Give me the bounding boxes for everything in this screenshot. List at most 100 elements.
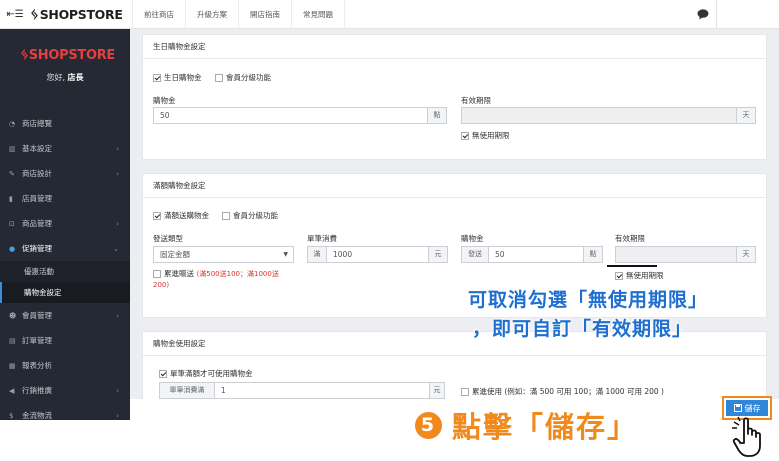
panel-title: 生日購物金設定 bbox=[143, 35, 766, 59]
menu-toggle-icon[interactable]: ⇤☰ bbox=[0, 9, 30, 20]
panel-title: 滿額購物金設定 bbox=[143, 174, 766, 198]
checkbox-icon bbox=[153, 269, 161, 278]
unit-addon: 天 bbox=[736, 246, 756, 263]
threshold-type-select[interactable]: 固定金額 ▼ bbox=[153, 246, 294, 263]
usage-min-checkbox[interactable]: 單筆滿額才可使用購物金 bbox=[159, 368, 253, 379]
unit-addon: 點 bbox=[583, 246, 603, 263]
checkbox-checked-icon bbox=[461, 131, 469, 140]
main-content: 生日購物金設定 生日購物金 會員分級功能 購物金 50 點 有效期限 天 無使用… bbox=[130, 29, 779, 399]
sidebar-item-members[interactable]: ☻ 會員管理 › bbox=[0, 303, 130, 328]
annotation-step-save: 5 點擊「儲存」 bbox=[415, 404, 638, 446]
nav-faq[interactable]: 常見問題 bbox=[291, 0, 345, 29]
sidebar-item-store-design[interactable]: ✎ 商店設計 › bbox=[0, 161, 130, 186]
bank-icon: ▥ bbox=[9, 144, 16, 153]
chat-icon[interactable] bbox=[694, 7, 711, 22]
dashboard-icon: ◔ bbox=[9, 119, 16, 128]
checkbox-checked-icon bbox=[615, 271, 623, 280]
sidebar-subitem-shopping-credit[interactable]: 購物金設定 bbox=[0, 282, 130, 303]
threshold-cumulative-checkbox[interactable]: 累進贈送 (滿500送100；滿1000送 bbox=[153, 268, 279, 279]
floppy-disk-icon bbox=[733, 404, 742, 412]
birthday-amount-input[interactable]: 50 bbox=[153, 107, 428, 124]
birthday-tier-checkbox[interactable]: 會員分級功能 bbox=[215, 72, 271, 83]
sidebar-item-basic-settings[interactable]: ▥ 基本設定 › bbox=[0, 136, 130, 161]
sidebar-item-products[interactable]: ⊡ 商品管理 › bbox=[0, 211, 130, 236]
unit-addon: 天 bbox=[736, 107, 756, 124]
birthday-expiry-input[interactable] bbox=[461, 107, 737, 124]
logo-mark-icon: ᛃ bbox=[20, 45, 29, 63]
staff-icon: ▮ bbox=[9, 194, 13, 203]
chevron-down-icon: ⌄ bbox=[113, 244, 119, 253]
chevron-down-icon: ▼ bbox=[283, 251, 288, 258]
chevron-right-icon: › bbox=[116, 169, 119, 178]
chevron-right-icon: › bbox=[116, 411, 119, 420]
sidebar-item-payment-logistics[interactable]: $ 金流物流 › bbox=[0, 403, 130, 420]
birthday-no-expiry-checkbox[interactable]: 無使用期限 bbox=[461, 130, 510, 141]
threshold-no-expiry-checkbox[interactable]: 無使用期限 bbox=[615, 270, 664, 281]
cart-icon: ⊡ bbox=[9, 219, 15, 228]
annotation-uncheck-no-expiry: 可取消勾選「無使用期限」 bbox=[468, 289, 709, 311]
sidebar-logo: ᛃSHOPSTORE bbox=[20, 45, 115, 63]
unit-addon: 元 bbox=[429, 382, 445, 399]
checkbox-icon bbox=[461, 387, 469, 396]
field-label: 發送類型 bbox=[153, 234, 183, 243]
prefix-addon: 發送 bbox=[461, 246, 489, 263]
chevron-right-icon: › bbox=[116, 386, 119, 395]
annotation-custom-expiry: ，即可自訂「有效期限」 bbox=[472, 318, 693, 340]
top-bar: ⇤☰ ᛃ SHOPSTORE 前往商店 升級方案 開店指南 常見問題 bbox=[0, 0, 779, 29]
chevron-right-icon: › bbox=[116, 219, 119, 228]
threshold-amount-input[interactable]: 50 bbox=[488, 246, 584, 263]
checkbox-checked-icon bbox=[159, 369, 167, 378]
birthday-credit-panel: 生日購物金設定 生日購物金 會員分級功能 購物金 50 點 有效期限 天 無使用… bbox=[142, 34, 767, 160]
pointer-hand-icon bbox=[732, 416, 761, 457]
order-icon: ▤ bbox=[9, 336, 16, 345]
field-label: 有效期限 bbox=[461, 96, 491, 105]
unit-addon: 元 bbox=[428, 246, 448, 263]
sidebar-item-orders[interactable]: ▤ 訂單管理 bbox=[0, 328, 130, 353]
threshold-expiry-input[interactable] bbox=[615, 246, 737, 263]
cumulative-note: 200) bbox=[153, 281, 170, 289]
threshold-tier-checkbox[interactable]: 會員分級功能 bbox=[222, 210, 278, 221]
chevron-right-icon: › bbox=[116, 311, 119, 320]
nav-upgrade-plan[interactable]: 升級方案 bbox=[185, 0, 238, 29]
sidebar-item-promotions[interactable]: ● 促銷管理 ⌄ bbox=[0, 236, 130, 261]
checkbox-icon bbox=[222, 211, 230, 220]
field-label: 購物金 bbox=[461, 234, 484, 243]
field-label: 購物金 bbox=[153, 96, 176, 105]
shopstore-logo[interactable]: ᛃ SHOPSTORE bbox=[30, 5, 132, 23]
sidebar-item-staff[interactable]: ▮ 店員管理 bbox=[0, 186, 130, 211]
info-icon: ● bbox=[9, 244, 16, 253]
sidebar-item-overview[interactable]: ◔ 商店總覽 bbox=[0, 111, 130, 136]
chevron-right-icon: › bbox=[116, 144, 119, 153]
checkbox-checked-icon bbox=[153, 73, 161, 82]
users-icon: ☻ bbox=[9, 311, 17, 320]
dollar-icon: $ bbox=[9, 411, 14, 420]
prefix-addon: 滿 bbox=[307, 246, 327, 263]
step-number-badge: 5 bbox=[415, 411, 442, 439]
credit-usage-panel: 購物金使用設定 單筆滿額才可使用購物金 單筆消費滿 1 元 累進使用 (例如：滿… bbox=[142, 331, 767, 399]
megaphone-icon: ◀ bbox=[9, 386, 15, 395]
topbar-divider bbox=[716, 0, 717, 29]
logo-mark-icon: ᛃ bbox=[30, 5, 39, 23]
field-label: 有效期限 bbox=[615, 234, 645, 243]
checkbox-icon bbox=[215, 73, 223, 82]
brush-icon: ✎ bbox=[9, 169, 15, 178]
usage-cumulative-checkbox[interactable]: 累進使用 (例如：滿 500 可用 100；滿 1000 可用 200 ) bbox=[461, 386, 664, 397]
greeting: 您好, 店長 bbox=[46, 73, 84, 82]
nav-store-guide[interactable]: 開店指南 bbox=[238, 0, 291, 29]
checkbox-checked-icon bbox=[153, 211, 161, 220]
chart-icon: ▦ bbox=[9, 361, 16, 370]
sidebar-subitem-offers[interactable]: 優惠活動 bbox=[0, 261, 130, 282]
nav-go-to-store[interactable]: 前往商店 bbox=[132, 0, 185, 29]
highlight-underline bbox=[607, 265, 657, 267]
prefix-addon: 單筆消費滿 bbox=[159, 382, 215, 399]
sidebar-item-reports[interactable]: ▦ 報表分析 bbox=[0, 353, 130, 378]
birthday-enable-checkbox[interactable]: 生日購物金 bbox=[153, 72, 202, 83]
sidebar: ᛃSHOPSTORE 您好, 店長 ◔ 商店總覽 ▥ 基本設定 › ✎ 商店設計 › ▮ 店… bbox=[0, 29, 130, 420]
threshold-single-input[interactable]: 1000 bbox=[326, 246, 429, 263]
usage-min-input[interactable]: 1 bbox=[214, 382, 430, 399]
unit-addon: 點 bbox=[427, 107, 447, 124]
sidebar-menu: ◔ 商店總覽 ▥ 基本設定 › ✎ 商店設計 › ▮ 店員管理 ⊡ 商品管理 › ● 促銷管理 ⌄ … bbox=[0, 111, 130, 420]
threshold-enable-checkbox[interactable]: 滿額送購物金 bbox=[153, 210, 209, 221]
field-label: 單筆消費 bbox=[307, 234, 337, 243]
sidebar-item-marketing[interactable]: ◀ 行銷推廣 › bbox=[0, 378, 130, 403]
